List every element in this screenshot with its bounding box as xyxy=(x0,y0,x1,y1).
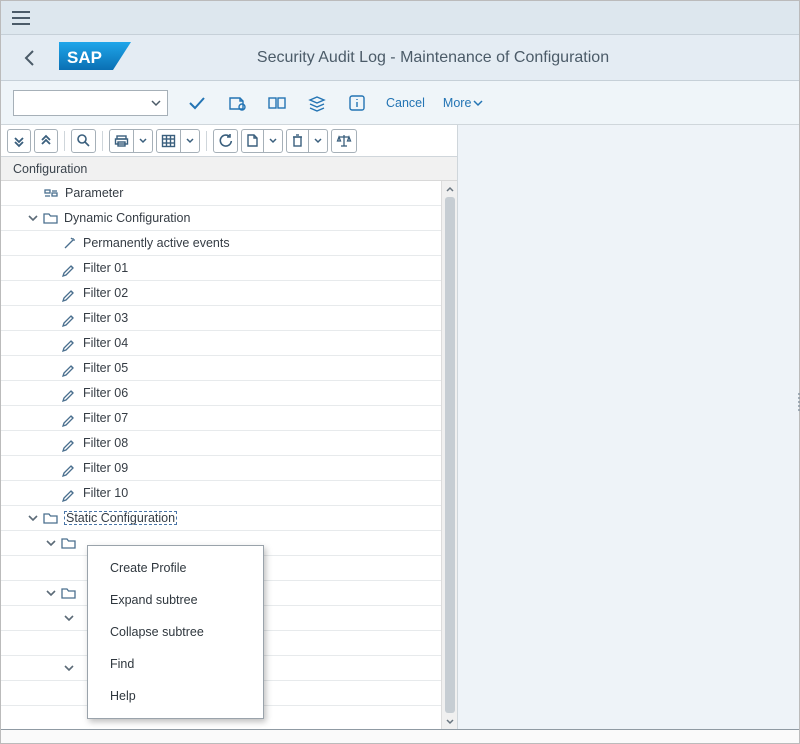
tree-column-header: Configuration xyxy=(1,157,457,181)
folder-icon xyxy=(60,585,76,601)
tree-row-dynamic[interactable]: Dynamic Configuration xyxy=(1,206,441,231)
page-title: Security Audit Log - Maintenance of Conf… xyxy=(161,49,785,67)
tree-label: Dynamic Configuration xyxy=(64,211,190,225)
chevron-down-icon[interactable] xyxy=(25,510,41,526)
tree-label: Filter 09 xyxy=(83,461,128,475)
chevron-down-icon[interactable] xyxy=(43,585,59,601)
balance-icon[interactable] xyxy=(331,129,357,153)
collapse-all-button[interactable] xyxy=(34,129,58,153)
scroll-thumb[interactable] xyxy=(445,197,455,713)
tree-scrollbar[interactable] xyxy=(441,181,457,729)
tree-row-filter[interactable]: Filter 01 xyxy=(1,256,441,281)
pencil-icon xyxy=(61,260,77,276)
delete-button[interactable] xyxy=(286,129,328,153)
app-root: SAP Security Audit Log - Maintenance of … xyxy=(0,0,800,744)
chevron-down-icon[interactable] xyxy=(61,610,77,626)
print-button[interactable] xyxy=(109,129,153,153)
new-button[interactable] xyxy=(241,129,283,153)
save-icon[interactable] xyxy=(186,92,208,114)
chevron-down-icon[interactable] xyxy=(61,660,77,676)
tree-row-perm-active[interactable]: Permanently active events xyxy=(1,231,441,256)
folder-icon xyxy=(42,510,58,526)
more-button[interactable]: More xyxy=(443,96,483,110)
svg-text:SAP: SAP xyxy=(67,48,102,67)
tree-row-parameter[interactable]: Parameter xyxy=(1,181,441,206)
ctx-collapse-subtree[interactable]: Collapse subtree xyxy=(88,616,263,648)
tree-row-filter[interactable]: Filter 08 xyxy=(1,431,441,456)
chevron-down-icon[interactable] xyxy=(25,210,41,226)
layout-button[interactable] xyxy=(156,129,200,153)
scroll-down-icon[interactable] xyxy=(442,713,457,729)
ctx-expand-subtree[interactable]: Expand subtree xyxy=(88,584,263,616)
tree-row-filter[interactable]: Filter 02 xyxy=(1,281,441,306)
menu-bar xyxy=(1,1,799,35)
tree-row-filter[interactable]: Filter 05 xyxy=(1,356,441,381)
tree-row-filter[interactable]: Filter 09 xyxy=(1,456,441,481)
right-panel xyxy=(457,125,799,729)
scroll-up-icon[interactable] xyxy=(442,181,457,197)
ctx-find[interactable]: Find xyxy=(88,648,263,680)
parameter-icon xyxy=(43,185,59,201)
tree-row-static[interactable]: Static Configuration xyxy=(1,506,441,531)
tree-label: Filter 02 xyxy=(83,286,128,300)
tree-row-filter[interactable]: Filter 06 xyxy=(1,381,441,406)
tree-label: Filter 05 xyxy=(83,361,128,375)
compare-icon[interactable] xyxy=(266,92,288,114)
wand-icon xyxy=(61,235,77,251)
pencil-icon xyxy=(61,310,77,326)
pencil-icon xyxy=(61,385,77,401)
refresh-button[interactable] xyxy=(213,129,238,153)
layers-icon[interactable] xyxy=(306,92,328,114)
tree-row-filter[interactable]: Filter 07 xyxy=(1,406,441,431)
toolbar-separator xyxy=(206,131,207,151)
ctx-help[interactable]: Help xyxy=(88,680,263,712)
title-bar: SAP Security Audit Log - Maintenance of … xyxy=(1,35,799,81)
pencil-icon xyxy=(61,360,77,376)
hamburger-icon[interactable] xyxy=(9,6,33,30)
info-icon[interactable] xyxy=(346,92,368,114)
expand-all-button[interactable] xyxy=(7,129,31,153)
pencil-icon xyxy=(61,435,77,451)
tree-label: Filter 08 xyxy=(83,436,128,450)
tree-label: Filter 10 xyxy=(83,486,128,500)
command-bar: Cancel More xyxy=(1,81,799,125)
tree-label: Filter 07 xyxy=(83,411,128,425)
splitter-handle[interactable] xyxy=(796,393,800,411)
pencil-icon xyxy=(61,285,77,301)
documentation-icon[interactable] xyxy=(226,92,248,114)
pencil-icon xyxy=(61,485,77,501)
transaction-field[interactable] xyxy=(13,90,168,116)
toolbar-separator xyxy=(102,131,103,151)
tree-label: Filter 04 xyxy=(83,336,128,350)
ctx-create-profile[interactable]: Create Profile xyxy=(88,552,263,584)
tree-row-filter[interactable]: Filter 10 xyxy=(1,481,441,506)
tree-label: Filter 03 xyxy=(83,311,128,325)
tree-label-selected: Static Configuration xyxy=(64,511,177,525)
toolbar-separator xyxy=(64,131,65,151)
tree-label: Filter 01 xyxy=(83,261,128,275)
sap-logo: SAP xyxy=(59,38,131,77)
tree-toolbar xyxy=(1,125,457,157)
cancel-button[interactable]: Cancel xyxy=(386,96,425,110)
tree-label: Filter 06 xyxy=(83,386,128,400)
tree-row-filter[interactable]: Filter 03 xyxy=(1,306,441,331)
footer-bar xyxy=(1,729,799,743)
pencil-icon xyxy=(61,410,77,426)
more-label: More xyxy=(443,96,471,110)
tree-row-filter[interactable]: Filter 04 xyxy=(1,331,441,356)
pencil-icon xyxy=(61,335,77,351)
find-button[interactable] xyxy=(71,129,96,153)
folder-icon xyxy=(60,535,76,551)
tree-label: Permanently active events xyxy=(83,236,230,250)
context-menu: Create Profile Expand subtree Collapse s… xyxy=(87,545,264,719)
pencil-icon xyxy=(61,460,77,476)
tree-label: Parameter xyxy=(65,186,123,200)
chevron-down-icon[interactable] xyxy=(43,535,59,551)
folder-icon xyxy=(42,210,58,226)
back-button[interactable] xyxy=(15,43,45,73)
